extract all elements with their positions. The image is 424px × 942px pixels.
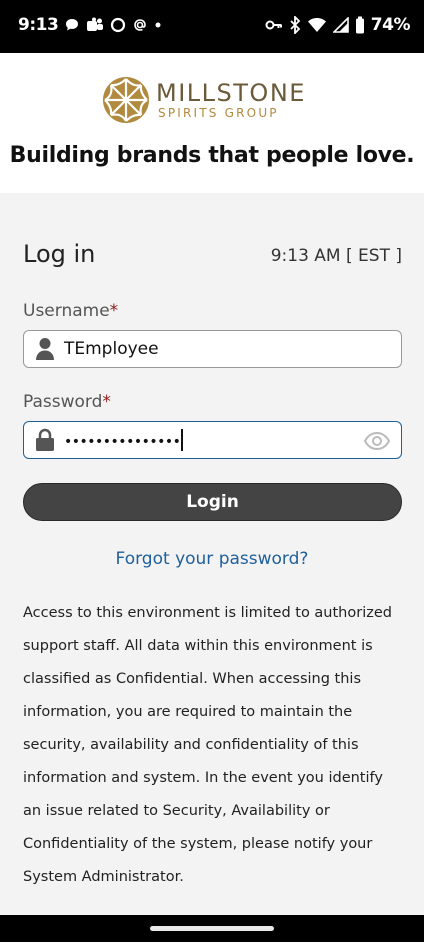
status-bar: 9:13 74% (0, 0, 424, 53)
tagline: Building brands that people love. (9, 143, 415, 168)
password-label-text: Password (23, 392, 103, 412)
bluetooth-icon (290, 16, 301, 34)
chat-bubble-icon (66, 19, 78, 31)
millstone-logo-icon (103, 77, 149, 123)
username-label-text: Username (23, 301, 110, 321)
dot-icon (155, 22, 161, 28)
status-time: 9:13 (18, 15, 59, 35)
navigation-bar (0, 915, 424, 942)
password-dots: ••••••••••••••• (64, 434, 181, 450)
user-icon (36, 338, 54, 360)
show-password-eye-icon[interactable] (364, 431, 390, 451)
page-title: Log in (23, 240, 96, 268)
required-marker: * (109, 301, 119, 321)
signal-icon (332, 17, 349, 33)
teams-icon (87, 17, 103, 31)
wifi-icon (307, 18, 326, 32)
home-gesture-handle[interactable] (150, 926, 274, 931)
server-time: 9:13 AM [ EST ] (270, 246, 402, 266)
password-label: Password* (23, 392, 111, 412)
access-notice: Access to this environment is limited to… (23, 605, 392, 885)
username-field[interactable]: TEmployee (23, 330, 402, 368)
at-sign-icon (134, 19, 146, 31)
circle-icon (110, 17, 126, 33)
forgot-password-link[interactable]: Forgot your password? (0, 549, 424, 569)
key-icon (265, 20, 282, 30)
battery-icon (355, 16, 364, 34)
required-marker: * (102, 392, 111, 412)
brand-name: MILLSTONE (156, 79, 306, 107)
text-caret (181, 429, 183, 451)
header: MILLSTONE SPIRITS GROUP Building brands … (0, 53, 424, 193)
password-field[interactable]: ••••••••••••••• (23, 421, 402, 459)
username-label: Username* (23, 301, 118, 321)
password-value: ••••••••••••••• (64, 429, 183, 453)
login-panel: Log in 9:13 AM [ EST ] Username* TEmploy… (0, 193, 424, 915)
brand-logo: MILLSTONE SPIRITS GROUP (102, 76, 306, 124)
lock-icon (36, 428, 54, 451)
login-button[interactable]: Login (23, 483, 402, 521)
brand-subtitle: SPIRITS GROUP (158, 106, 279, 120)
username-value: TEmployee (64, 339, 159, 359)
battery-percent: 74% (370, 15, 411, 35)
